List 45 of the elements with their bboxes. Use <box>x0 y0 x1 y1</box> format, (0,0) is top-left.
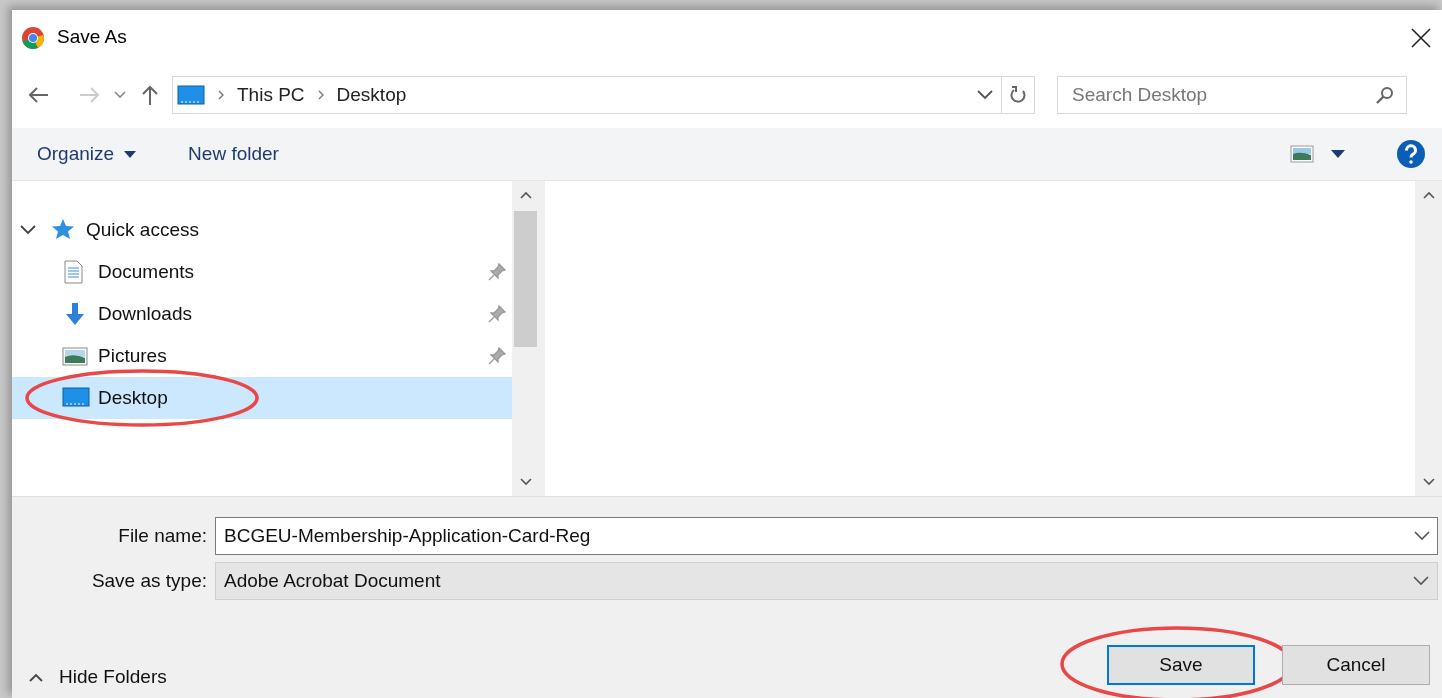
organize-menu-button[interactable]: Organize <box>37 139 137 169</box>
cancel-button[interactable]: Cancel <box>1282 645 1430 686</box>
hide-folders-button[interactable]: Hide Folders <box>29 663 167 692</box>
back-arrow-icon[interactable] <box>26 85 50 105</box>
file-name-field[interactable]: BCGEU-Membership-Application-Card-Reg <box>215 517 1438 555</box>
field-label: File name: <box>117 523 208 548</box>
picture-view-icon[interactable] <box>1290 144 1314 164</box>
navigation-item[interactable]: Pictures <box>12 335 512 377</box>
new-folder-button[interactable]: New folder <box>188 139 279 169</box>
address-bar[interactable]: This PC Desktop <box>172 76 1035 114</box>
scroll-up-icon[interactable] <box>519 191 532 199</box>
caret-icon <box>124 150 137 158</box>
refresh-icon[interactable] <box>1009 85 1027 105</box>
help-icon[interactable] <box>1396 139 1426 169</box>
browser-logo-icon <box>21 25 45 50</box>
breadcrumb-link[interactable]: This PC <box>237 80 305 110</box>
field-label: Save as type: <box>90 568 208 593</box>
chevron-right-icon <box>217 89 225 101</box>
window-title: Save As <box>57 25 127 50</box>
navigation-item[interactable]: Downloads <box>12 293 512 335</box>
chevron-down-icon[interactable] <box>20 225 36 235</box>
scrollbar[interactable] <box>1415 181 1442 496</box>
dropdown-icon[interactable] <box>1331 150 1345 158</box>
search-icon <box>1375 85 1395 105</box>
navigation-item[interactable]: Quick access <box>12 209 512 251</box>
chevron-right-icon <box>316 89 325 101</box>
chevron-up-icon <box>29 672 43 682</box>
scroll-down-icon[interactable] <box>1422 478 1435 486</box>
search-field[interactable]: Search Desktop <box>1057 76 1407 114</box>
close-icon[interactable] <box>1410 26 1432 49</box>
file-type-dropdown[interactable]: Adobe Acrobat Document <box>215 562 1438 600</box>
navigation-item[interactable]: Desktop <box>12 377 512 419</box>
dropdown-icon[interactable] <box>977 90 993 100</box>
scroll-up-icon[interactable] <box>1422 191 1435 199</box>
monitor-icon <box>62 386 90 410</box>
monitor-icon <box>177 84 205 106</box>
navigation-item[interactable]: Documents <box>12 251 512 293</box>
scroll-down-icon[interactable] <box>519 478 532 486</box>
dropdown-icon[interactable] <box>1414 531 1430 541</box>
picture-icon <box>62 344 90 368</box>
dropdown-icon[interactable] <box>1413 576 1429 586</box>
save-button[interactable]: Save <box>1107 645 1255 686</box>
up-arrow-icon[interactable] <box>140 83 160 107</box>
scrollbar[interactable] <box>512 181 545 496</box>
breadcrumb-link[interactable]: Desktop <box>336 80 407 110</box>
